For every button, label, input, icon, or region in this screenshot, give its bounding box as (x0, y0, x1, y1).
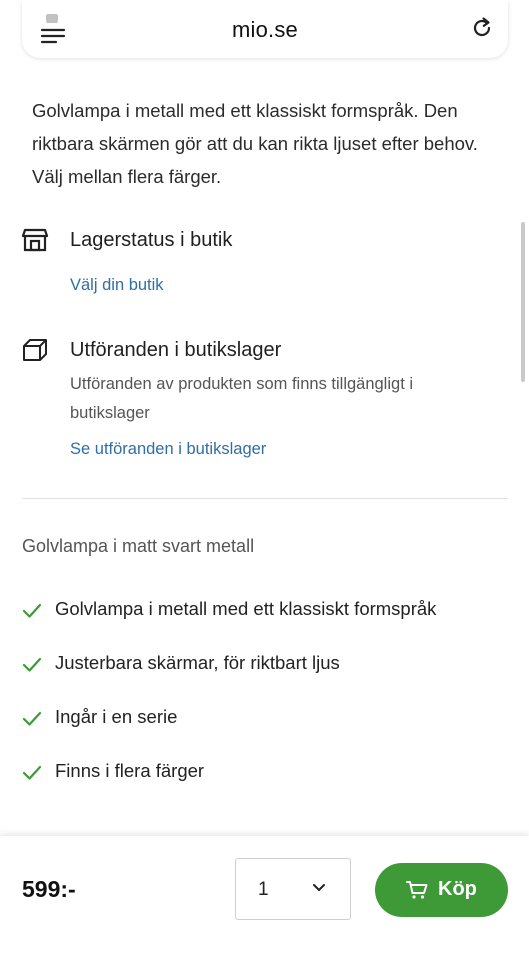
check-icon (22, 711, 42, 726)
feature-item: Finns i flera färger (22, 760, 502, 788)
store-icon (21, 228, 49, 252)
product-description: Golvlampa i metall med ett klassiskt for… (32, 100, 478, 187)
buy-button-label: Köp (438, 878, 477, 900)
chevron-down-icon (313, 884, 325, 891)
browser-address-bar: mio.se (22, 0, 508, 58)
divider (22, 498, 508, 499)
feature-text: Finns i flera färger (55, 760, 205, 781)
feature-item: Golvlampa i metall med ett klassiskt for… (22, 598, 502, 626)
feature-text: Golvlampa i metall med ett klassiskt for… (55, 598, 437, 619)
price: 599:- (22, 876, 76, 902)
feature-item: Justerbara skärmar, för riktbart ljus (22, 652, 502, 680)
store-stock-heading: Lagerstatus i butik (70, 229, 233, 251)
check-icon (22, 765, 42, 780)
box-icon (23, 339, 47, 361)
check-icon (22, 657, 42, 672)
variants-stock-heading: Utföranden i butikslager (70, 339, 282, 361)
buy-button[interactable]: Köp (375, 863, 508, 917)
check-icon (22, 603, 42, 618)
variants-stock-description: Utföranden av produkten som finns tillgä… (70, 375, 414, 422)
product-summary: Golvlampa i matt svart metall (22, 536, 255, 556)
url-text[interactable]: mio.se (22, 17, 508, 43)
quantity-value: 1 (258, 879, 269, 900)
quantity-select[interactable]: 1 (235, 858, 351, 920)
reload-icon[interactable] (470, 16, 494, 40)
cart-icon (406, 881, 428, 899)
feature-text: Justerbara skärmar, för riktbart ljus (55, 652, 340, 673)
choose-store-link[interactable]: Välj din butik (70, 276, 164, 295)
feature-item: Ingår i en serie (22, 706, 502, 734)
see-variants-link[interactable]: Se utföranden i butikslager (70, 440, 266, 459)
feature-text: Ingår i en serie (55, 706, 178, 727)
scrollbar[interactable] (521, 222, 525, 382)
